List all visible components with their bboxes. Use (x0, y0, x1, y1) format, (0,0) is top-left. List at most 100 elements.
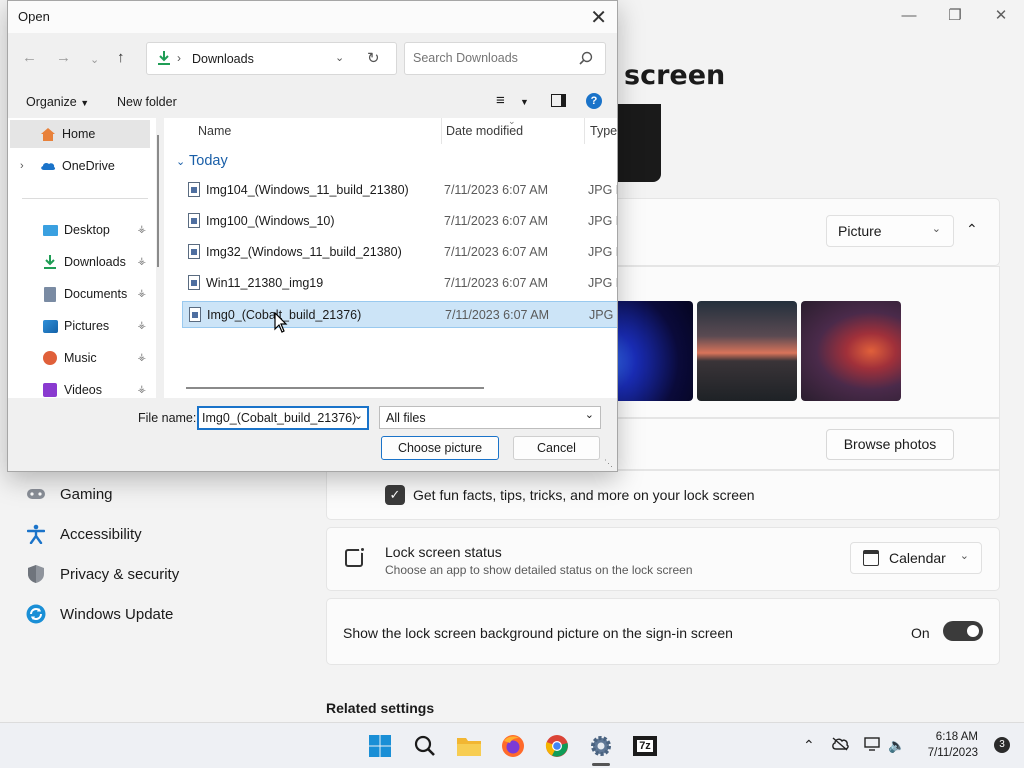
lock-screen-status-title: Lock screen status (385, 544, 502, 560)
file-explorer-icon[interactable] (455, 732, 483, 760)
nav-pane-item-videos[interactable]: Videos ⚶ (8, 376, 148, 398)
view-options-caret-icon[interactable]: ▼ (520, 97, 529, 107)
file-row[interactable]: Img100_(Windows_10) 7/11/2023 6:07 AM JP… (182, 208, 617, 235)
related-settings-heading: Related settings (326, 700, 435, 716)
active-app-indicator (592, 763, 610, 766)
file-type-select[interactable]: All files ⌄ (379, 406, 601, 429)
nav-item-gaming[interactable]: Gaming (26, 482, 113, 506)
organize-menu[interactable]: Organize ▼ (26, 95, 89, 109)
lock-status-dropdown[interactable]: Calendar ⌄ (850, 542, 982, 574)
nav-pane-item-home[interactable]: Home (10, 120, 150, 148)
7zip-label: 7z (637, 740, 653, 752)
pin-icon[interactable]: ⚶ (138, 352, 147, 363)
nav-pane-item-onedrive[interactable]: › OneDrive (8, 152, 148, 180)
close-icon[interactable]: ✕ (590, 5, 607, 30)
close-window-button[interactable]: ✕ (978, 4, 1024, 28)
pin-icon[interactable]: ⚶ (138, 224, 147, 235)
column-header-name[interactable]: Name (198, 124, 231, 138)
recent-locations-chevron-icon[interactable]: ⌄ (90, 53, 99, 66)
browse-photos-button[interactable]: Browse photos (826, 429, 954, 460)
search-input[interactable] (413, 51, 573, 65)
nav-pane-label: Pictures (64, 319, 110, 333)
notification-badge[interactable]: 3 (994, 737, 1010, 753)
onedrive-offline-icon[interactable] (831, 737, 849, 754)
up-arrow-icon[interactable]: ↑ (117, 49, 125, 66)
search-box[interactable] (404, 42, 606, 75)
chevron-down-icon[interactable]: ⌄ (354, 409, 363, 422)
chrome-icon[interactable] (543, 732, 571, 760)
lock-screen-preview (616, 104, 661, 182)
nav-item-accessibility[interactable]: Accessibility (26, 522, 142, 546)
file-type: JPG F (589, 308, 617, 322)
7zip-icon[interactable]: 7z (631, 732, 659, 760)
new-folder-button[interactable]: New folder (117, 95, 177, 109)
nav-item-privacy-security[interactable]: Privacy & security (26, 562, 179, 586)
nav-pane-item-pictures[interactable]: Pictures ⚶ (8, 312, 148, 340)
shield-icon (26, 564, 46, 584)
caret-down-icon: ▼ (80, 98, 90, 108)
pin-icon[interactable]: ⚶ (138, 288, 147, 299)
pin-icon[interactable]: ⚶ (138, 320, 147, 331)
pin-icon[interactable]: ⚶ (138, 384, 147, 395)
fun-facts-checkbox[interactable]: ✓ (385, 485, 405, 505)
refresh-icon[interactable]: ↻ (367, 49, 380, 67)
mouse-cursor-icon (274, 312, 288, 333)
signin-background-toggle[interactable] (943, 621, 983, 641)
file-name-input[interactable]: Img0_(Cobalt_build_21376) ⌄ (197, 406, 369, 430)
firefox-icon[interactable] (499, 732, 527, 760)
dialog-titlebar: Open ✕ (8, 1, 617, 33)
file-row[interactable]: Win11_21380_img19 7/11/2023 6:07 AM JPG … (182, 270, 617, 297)
preview-pane-icon[interactable] (551, 94, 566, 107)
nav-pane-item-downloads[interactable]: Downloads ⚶ (8, 248, 148, 276)
column-separator[interactable] (584, 118, 585, 144)
network-icon[interactable] (864, 737, 882, 754)
minimize-button[interactable]: — (886, 4, 932, 28)
update-icon (26, 604, 46, 624)
file-list-scrollbar[interactable] (186, 387, 484, 389)
resize-grip-icon[interactable]: ⋱ (604, 458, 613, 469)
wallpaper-thumbnail-sunset[interactable] (697, 301, 797, 401)
help-icon[interactable]: ? (586, 93, 602, 109)
forward-arrow-icon[interactable]: → (56, 49, 71, 66)
maximize-button[interactable]: ❐ (932, 4, 978, 28)
image-file-icon (188, 244, 200, 259)
nav-pane-label: Documents (64, 287, 128, 301)
nav-item-windows-update[interactable]: Windows Update (26, 602, 173, 626)
background-type-dropdown[interactable]: Picture ⌄ (826, 215, 954, 247)
file-row[interactable]: Img104_(Windows_11_build_21380) 7/11/202… (182, 177, 617, 204)
column-header-type[interactable]: Type (590, 124, 617, 138)
file-row[interactable]: Img32_(Windows_11_build_21380) 7/11/2023… (182, 239, 617, 266)
file-row-selected[interactable]: Img0_(Cobalt_build_21376) 7/11/2023 6:07… (182, 301, 617, 328)
address-history-chevron-icon[interactable]: ⌄ (335, 51, 344, 64)
volume-icon[interactable]: 🔈 (888, 737, 905, 754)
address-bar[interactable]: › Downloads ⌄ ↻ (146, 42, 397, 75)
chevron-up-icon[interactable]: ⌃ (803, 737, 815, 754)
breadcrumb[interactable]: Downloads (192, 52, 254, 66)
chevron-right-icon[interactable]: › (20, 160, 34, 172)
settings-icon[interactable] (587, 732, 615, 760)
back-arrow-icon[interactable]: ← (22, 49, 37, 66)
wallpaper-thumbnail-ribbons[interactable] (801, 301, 901, 401)
clock[interactable]: 6:18 AM 7/11/2023 (928, 729, 978, 761)
nav-pane-label: Downloads (64, 255, 126, 269)
pictures-icon (42, 318, 58, 334)
column-separator[interactable] (441, 118, 442, 144)
home-icon (40, 126, 56, 142)
view-options-icon[interactable]: ≡ (496, 92, 505, 109)
windows-start-icon[interactable] (366, 732, 394, 760)
pin-icon[interactable]: ⚶ (138, 256, 147, 267)
chevron-up-icon[interactable]: ⌃ (966, 221, 978, 238)
search-icon[interactable] (411, 732, 439, 760)
nav-pane-item-music[interactable]: Music ⚶ (8, 344, 148, 372)
nav-pane-item-desktop[interactable]: Desktop ⚶ (8, 216, 148, 244)
choose-picture-button[interactable]: Choose picture (381, 436, 499, 460)
nav-pane-scrollbar[interactable] (157, 135, 159, 267)
group-header-today[interactable]: ⌄ Today (176, 153, 228, 169)
nav-pane-item-documents[interactable]: Documents ⚶ (8, 280, 148, 308)
chevron-down-icon: ⌄ (959, 550, 969, 562)
cancel-button[interactable]: Cancel (513, 436, 600, 460)
nav-pane-label: OneDrive (62, 159, 115, 173)
fun-facts-label: Get fun facts, tips, tricks, and more on… (413, 487, 755, 503)
search-icon (579, 51, 593, 68)
dialog-title: Open (18, 9, 50, 24)
